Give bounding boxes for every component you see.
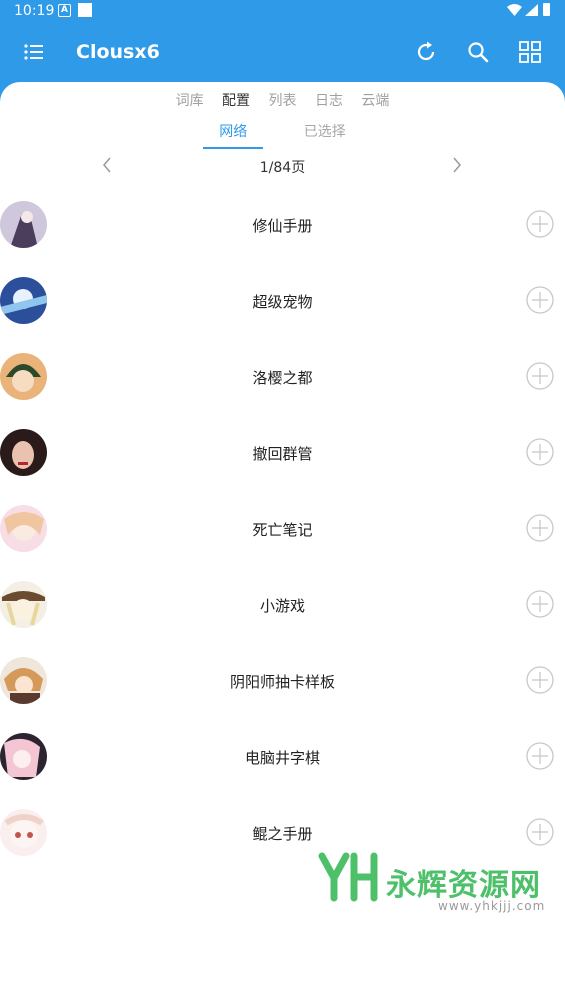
item-name: 死亡笔记	[252, 521, 313, 539]
battery-icon	[543, 3, 550, 16]
list-item[interactable]: 阴阳师抽卡样板	[0, 644, 565, 720]
add-circle-icon[interactable]	[526, 742, 554, 770]
list-item[interactable]: 超级宠物	[0, 264, 565, 340]
app-title: Clousx6	[76, 41, 160, 63]
status-bar: 10:19 A	[0, 0, 565, 24]
list-item[interactable]: 洛樱之都	[0, 340, 565, 416]
list-item[interactable]: 死亡笔记	[0, 492, 565, 568]
tab-rizhi[interactable]: 日志	[315, 90, 343, 110]
item-name: 鲲之手册	[252, 825, 313, 843]
watermark: 永辉资源网 www.yhkjjj.com	[318, 852, 558, 916]
item-name: 小游戏	[259, 597, 305, 615]
notification-a-icon: A	[58, 4, 71, 17]
page-indicator: 1/84页	[259, 160, 306, 176]
list-item[interactable]: 小游戏	[0, 568, 565, 644]
watermark-text: 永辉资源网	[386, 868, 541, 903]
tab-peizhi[interactable]: 配置	[222, 90, 250, 110]
watermark-logo-icon	[318, 852, 378, 902]
sub-tabs: 网络 已选择	[0, 121, 565, 149]
add-circle-icon[interactable]	[526, 590, 554, 618]
list-item[interactable]: 修仙手册	[0, 188, 565, 264]
subtab-network[interactable]: 网络	[203, 121, 264, 149]
config-list: 修仙手册 超级宠物 洛樱之都 撤回群管 死亡笔记 小游戏 阴阳师抽卡样板 电脑井…	[0, 188, 565, 872]
subtab-selected[interactable]: 已选择	[288, 121, 362, 147]
grid-view-icon[interactable]	[518, 40, 542, 64]
tab-liebiao[interactable]: 列表	[269, 90, 297, 110]
add-circle-icon[interactable]	[526, 362, 554, 390]
item-name: 撤回群管	[252, 445, 313, 463]
item-name: 阴阳师抽卡样板	[229, 673, 335, 691]
add-circle-icon[interactable]	[526, 818, 554, 846]
add-circle-icon[interactable]	[526, 286, 554, 314]
item-name: 洛樱之都	[252, 369, 313, 387]
signal-icon	[525, 4, 538, 16]
next-page-icon[interactable]	[450, 156, 464, 174]
watermark-url: www.yhkjjj.com	[438, 899, 546, 913]
add-circle-icon[interactable]	[526, 514, 554, 542]
menu-icon[interactable]	[24, 43, 44, 61]
status-time: 10:19	[14, 3, 55, 19]
main-tabs: 词库 配置 列表 日志 云端	[0, 90, 565, 110]
refresh-icon[interactable]	[414, 40, 438, 64]
add-circle-icon[interactable]	[526, 210, 554, 238]
list-item[interactable]: 电脑井字棋	[0, 720, 565, 796]
list-item[interactable]: 撤回群管	[0, 416, 565, 492]
search-icon[interactable]	[466, 40, 490, 64]
pager: 1/84页	[0, 154, 565, 178]
add-circle-icon[interactable]	[526, 666, 554, 694]
item-name: 电脑井字棋	[244, 749, 320, 767]
tab-ciku[interactable]: 词库	[176, 90, 204, 110]
notification-square-icon	[78, 3, 92, 17]
app-bar: Clousx6	[0, 24, 565, 82]
add-circle-icon[interactable]	[526, 438, 554, 466]
tab-yunduan[interactable]: 云端	[361, 90, 389, 110]
item-name: 超级宠物	[252, 293, 313, 311]
wifi-icon	[507, 4, 522, 16]
item-name: 修仙手册	[252, 217, 313, 235]
